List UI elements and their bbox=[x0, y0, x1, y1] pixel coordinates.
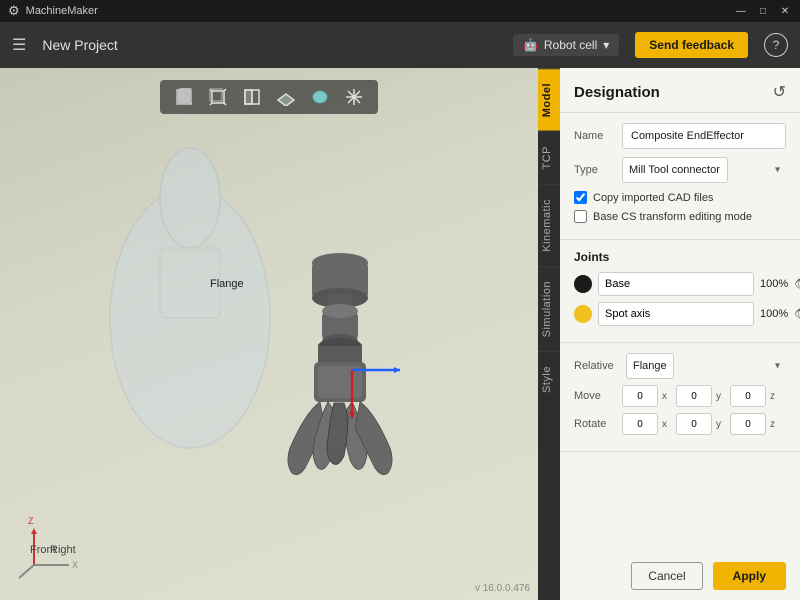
tab-simulation[interactable]: Simulation bbox=[538, 266, 560, 351]
base-cs-checkbox[interactable] bbox=[574, 210, 587, 223]
half-box-tool[interactable] bbox=[238, 85, 266, 109]
viewport-toolbar bbox=[160, 80, 378, 114]
robot-cell-label: Robot cell bbox=[544, 38, 597, 52]
wire-box-tool[interactable] bbox=[204, 85, 232, 109]
rotate-x-input[interactable] bbox=[622, 413, 658, 435]
tab-tcp[interactable]: TCP bbox=[538, 131, 560, 184]
rotate-z-input[interactable] bbox=[730, 413, 766, 435]
designation-section: Name Type Mill Tool connector Generic co… bbox=[560, 113, 800, 240]
robot-icon: 🤖 bbox=[523, 38, 538, 52]
tab-kinematic[interactable]: Kinematic bbox=[538, 184, 560, 266]
move-label: Move bbox=[574, 390, 618, 402]
tab-style[interactable]: Style bbox=[538, 351, 560, 407]
joint-spot-row: 100% 👁 bbox=[574, 302, 786, 326]
menu-button[interactable]: ☰ bbox=[12, 35, 26, 55]
solid-box-tool[interactable] bbox=[170, 85, 198, 109]
joint-base-pct: 100% bbox=[760, 278, 788, 290]
joint-spot-eye-button[interactable]: 👁 bbox=[794, 306, 800, 322]
relative-label: Relative bbox=[574, 360, 618, 372]
move-z-axis: z bbox=[770, 391, 780, 402]
right-panel: Designation ↺ Name Type Mill Tool connec… bbox=[560, 68, 800, 600]
shape-tool[interactable] bbox=[306, 85, 334, 109]
joint-base-color bbox=[574, 275, 592, 293]
base-cs-label: Base CS transform editing mode bbox=[593, 211, 752, 223]
rotate-x-axis: x bbox=[662, 419, 672, 430]
move-z-input[interactable] bbox=[730, 385, 766, 407]
joints-section: Joints 100% 👁 100% 👁 bbox=[560, 240, 800, 343]
name-label: Name bbox=[574, 130, 614, 142]
robot-arm-visual bbox=[100, 118, 480, 538]
feedback-button[interactable]: Send feedback bbox=[635, 32, 748, 58]
crosshair-tool[interactable] bbox=[340, 85, 368, 109]
joint-spot-color bbox=[574, 305, 592, 323]
titlebar: ⚙ MachineMaker — □ ✕ bbox=[0, 0, 800, 22]
coord-indicator: Z X bbox=[14, 510, 74, 570]
copy-cad-label: Copy imported CAD files bbox=[593, 192, 713, 204]
refresh-button[interactable]: ↺ bbox=[773, 82, 786, 102]
content-area: Flange Z X Front Right v 16.0.0.476 Mode… bbox=[0, 68, 800, 600]
joint-spot-pct: 100% bbox=[760, 308, 788, 320]
close-button[interactable]: ✕ bbox=[778, 4, 792, 18]
relative-select[interactable]: Flange World Base bbox=[626, 353, 674, 379]
help-button[interactable]: ? bbox=[764, 33, 788, 57]
rotate-z-axis: z bbox=[770, 419, 780, 430]
joint-base-eye-button[interactable]: 👁 bbox=[794, 276, 800, 292]
joint-spot-name[interactable] bbox=[598, 302, 754, 326]
robot-cell-button[interactable]: 🤖 Robot cell ▾ bbox=[513, 34, 619, 56]
move-x-input[interactable] bbox=[622, 385, 658, 407]
joint-base-row: 100% 👁 bbox=[574, 272, 786, 296]
panel-footer: Cancel Apply bbox=[560, 552, 800, 600]
view-right-label: Right bbox=[50, 544, 76, 556]
move-y-axis: y bbox=[716, 391, 726, 402]
cancel-button[interactable]: Cancel bbox=[631, 562, 702, 590]
apply-button[interactable]: Apply bbox=[713, 562, 786, 590]
tab-model[interactable]: Model bbox=[538, 68, 560, 131]
viewport[interactable]: Flange Z X Front Right v 16.0.0.476 bbox=[0, 68, 538, 600]
rotate-y-input[interactable] bbox=[676, 413, 712, 435]
minimize-button[interactable]: — bbox=[734, 4, 748, 18]
app-title: MachineMaker bbox=[26, 5, 98, 17]
project-name: New Project bbox=[42, 37, 497, 53]
move-y-input[interactable] bbox=[676, 385, 712, 407]
joints-title: Joints bbox=[574, 250, 786, 264]
panel-title: Designation bbox=[574, 84, 660, 101]
chevron-down-icon: ▾ bbox=[603, 38, 609, 52]
version-label: v 16.0.0.476 bbox=[475, 583, 530, 594]
maximize-button[interactable]: □ bbox=[756, 4, 770, 18]
type-label: Type bbox=[574, 164, 614, 176]
panel-header: Designation ↺ bbox=[560, 68, 800, 113]
transform-section: Relative Flange World Base Move x y z bbox=[560, 343, 800, 452]
type-select[interactable]: Mill Tool connector Generic connector Fl… bbox=[622, 157, 728, 183]
plane-tool[interactable] bbox=[272, 85, 300, 109]
svg-text:Z: Z bbox=[28, 516, 34, 526]
copy-cad-checkbox[interactable] bbox=[574, 191, 587, 204]
main-toolbar: ☰ New Project 🤖 Robot cell ▾ Send feedba… bbox=[0, 22, 800, 68]
rotate-y-axis: y bbox=[716, 419, 726, 430]
tab-strip: Model TCP Kinematic Simulation Style bbox=[538, 68, 560, 600]
move-x-axis: x bbox=[662, 391, 672, 402]
svg-text:X: X bbox=[72, 560, 78, 570]
app-icon: ⚙ bbox=[8, 3, 20, 19]
rotate-label: Rotate bbox=[574, 418, 618, 430]
joint-base-name[interactable] bbox=[598, 272, 754, 296]
name-input[interactable] bbox=[622, 123, 786, 149]
